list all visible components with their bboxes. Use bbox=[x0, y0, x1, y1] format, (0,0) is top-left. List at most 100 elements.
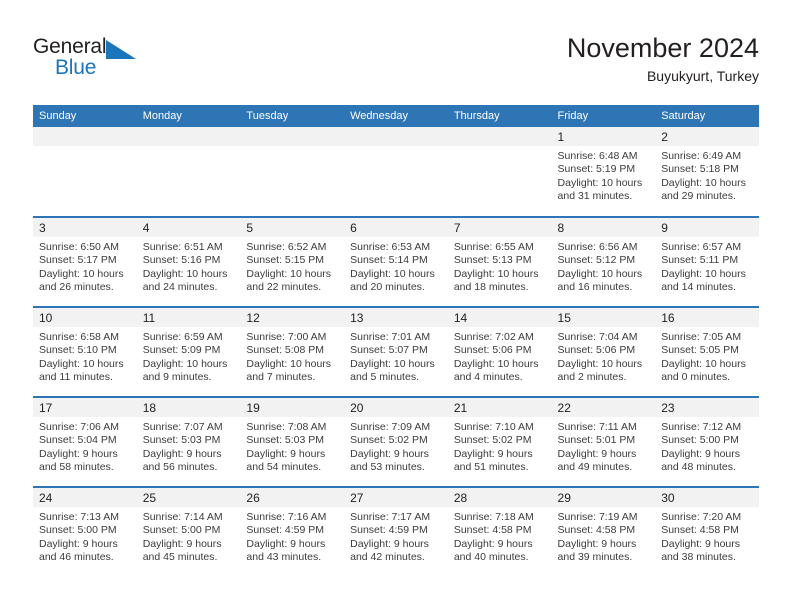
sunrise-text: Sunrise: 7:18 AM bbox=[453, 511, 534, 523]
sunrise-text: Sunrise: 7:02 AM bbox=[453, 331, 534, 343]
day-cell[interactable]: 14 Sunrise: 7:02 AM Sunset: 5:06 PM Dayligh… bbox=[447, 306, 552, 397]
day-cell[interactable] bbox=[344, 127, 448, 217]
day-cell[interactable]: 10 Sunrise: 6:58 AM Sunset: 5:10 PM Dayligh… bbox=[33, 306, 137, 397]
day-cell[interactable]: 19 Sunrise: 7:08 AM Sunset: 5:03 PM Dayligh… bbox=[240, 396, 345, 487]
daylight-text-line2: and 58 minutes. bbox=[39, 461, 114, 474]
daylight-text-line1: Daylight: 9 hours bbox=[661, 447, 741, 460]
sunrise-text: Sunrise: 7:14 AM bbox=[142, 511, 223, 523]
week-row: 10 Sunrise: 6:58 AM Sunset: 5:10 PM Dayligh… bbox=[33, 306, 759, 397]
sunset-text: Sunset: 5:11 PM bbox=[661, 254, 739, 267]
daylight-text-line2: and 22 minutes. bbox=[246, 281, 322, 294]
day-number: 6 bbox=[344, 218, 448, 237]
day-cell[interactable]: 25 Sunrise: 7:14 AM Sunset: 5:00 PM Dayligh… bbox=[136, 486, 241, 577]
sunset-text: Sunset: 4:58 PM bbox=[557, 524, 636, 537]
day-cell[interactable]: 26 Sunrise: 7:16 AM Sunset: 4:59 PM Dayligh… bbox=[240, 486, 345, 577]
daylight-text-line1: Daylight: 9 hours bbox=[142, 537, 222, 550]
daylight-text-line2: and 24 minutes. bbox=[142, 281, 218, 294]
day-cell[interactable]: 16 Sunrise: 7:05 AM Sunset: 5:05 PM Dayligh… bbox=[655, 306, 759, 397]
day-cell[interactable]: 3 Sunrise: 6:50 AM Sunset: 5:17 PM Daylight… bbox=[33, 216, 137, 307]
sunset-text: Sunset: 5:12 PM bbox=[557, 254, 636, 267]
day-cell[interactable]: 11 Sunrise: 6:59 AM Sunset: 5:09 PM Dayligh… bbox=[136, 306, 241, 397]
day-cell[interactable]: 13 Sunrise: 7:01 AM Sunset: 5:07 PM Dayligh… bbox=[344, 306, 448, 397]
sunset-text: Sunset: 5:03 PM bbox=[246, 434, 325, 447]
day-cell[interactable]: 22 Sunrise: 7:11 AM Sunset: 5:01 PM Dayligh… bbox=[551, 396, 656, 487]
daylight-text-line1: Daylight: 10 hours bbox=[142, 357, 228, 370]
sunrise-text: Sunrise: 7:13 AM bbox=[39, 511, 119, 523]
location-subtitle: Buyukyurt, Turkey bbox=[646, 68, 759, 84]
daylight-text-line1: Daylight: 10 hours bbox=[39, 357, 124, 370]
sunset-text: Sunset: 5:10 PM bbox=[39, 344, 117, 357]
sunrise-text: Sunrise: 7:01 AM bbox=[350, 331, 431, 343]
sunrise-text: Sunrise: 7:05 AM bbox=[661, 331, 742, 343]
sunset-text: Sunset: 5:08 PM bbox=[246, 344, 325, 357]
daylight-text-line2: and 45 minutes. bbox=[142, 551, 218, 564]
sunrise-text: Sunrise: 7:12 AM bbox=[661, 421, 742, 433]
day-number: 2 bbox=[655, 127, 759, 146]
day-cell[interactable]: 2 Sunrise: 6:49 AM Sunset: 5:18 PM Daylight… bbox=[655, 127, 759, 217]
sunset-text: Sunset: 5:09 PM bbox=[142, 344, 221, 357]
sunrise-text: Sunrise: 6:53 AM bbox=[350, 241, 431, 253]
day-cell[interactable]: 9 Sunrise: 6:57 AM Sunset: 5:11 PM Daylight… bbox=[655, 216, 759, 307]
day-cell[interactable]: 27 Sunrise: 7:17 AM Sunset: 4:59 PM Dayligh… bbox=[344, 486, 448, 577]
day-cell[interactable] bbox=[136, 127, 241, 217]
day-cell[interactable]: 24 Sunrise: 7:13 AM Sunset: 5:00 PM Dayligh… bbox=[33, 486, 137, 577]
sunrise-text: Sunrise: 7:09 AM bbox=[350, 421, 431, 433]
daylight-text-line2: and 51 minutes. bbox=[453, 461, 529, 474]
day-number: 18 bbox=[136, 398, 241, 417]
sunset-text: Sunset: 5:04 PM bbox=[39, 434, 117, 447]
day-cell[interactable]: 18 Sunrise: 7:07 AM Sunset: 5:03 PM Dayligh… bbox=[136, 396, 241, 487]
day-number: 3 bbox=[33, 218, 137, 237]
day-cell[interactable]: 1 Sunrise: 6:48 AM Sunset: 5:19 PM Daylight… bbox=[551, 127, 656, 217]
day-cell[interactable] bbox=[240, 127, 345, 217]
day-cell[interactable]: 30 Sunrise: 7:20 AM Sunset: 4:58 PM Dayligh… bbox=[655, 486, 759, 577]
week-row: 24 Sunrise: 7:13 AM Sunset: 5:00 PM Dayligh… bbox=[33, 486, 759, 577]
day-cell[interactable] bbox=[447, 127, 552, 217]
daylight-text-line2: and 7 minutes. bbox=[246, 371, 316, 384]
day-cell[interactable]: 5 Sunrise: 6:52 AM Sunset: 5:15 PM Daylight… bbox=[240, 216, 345, 307]
sunrise-text: Sunrise: 6:50 AM bbox=[39, 241, 119, 253]
sunset-text: Sunset: 5:13 PM bbox=[453, 254, 532, 267]
day-number bbox=[344, 127, 448, 146]
daylight-text-line2: and 48 minutes. bbox=[661, 461, 736, 474]
daylight-text-line2: and 38 minutes. bbox=[661, 551, 736, 564]
daylight-text-line1: Daylight: 10 hours bbox=[661, 176, 746, 189]
day-cell[interactable] bbox=[33, 127, 137, 217]
day-cell[interactable]: 23 Sunrise: 7:12 AM Sunset: 5:00 PM Dayligh… bbox=[655, 396, 759, 487]
day-cell[interactable]: 21 Sunrise: 7:10 AM Sunset: 5:02 PM Dayligh… bbox=[447, 396, 552, 487]
daylight-text-line1: Daylight: 10 hours bbox=[557, 267, 643, 280]
daylight-text-line2: and 4 minutes. bbox=[453, 371, 523, 384]
day-number: 13 bbox=[344, 308, 448, 327]
day-number: 4 bbox=[136, 218, 241, 237]
daylight-text-line2: and 29 minutes. bbox=[661, 190, 736, 203]
sunrise-text: Sunrise: 6:59 AM bbox=[142, 331, 223, 343]
day-number bbox=[447, 127, 552, 146]
daylight-text-line2: and 14 minutes. bbox=[661, 281, 736, 294]
daylight-text-line2: and 5 minutes. bbox=[350, 371, 419, 384]
day-cell[interactable]: 15 Sunrise: 7:04 AM Sunset: 5:06 PM Dayligh… bbox=[551, 306, 656, 397]
weekday-header-saturday: Saturday bbox=[655, 105, 759, 127]
daylight-text-line1: Daylight: 10 hours bbox=[453, 357, 539, 370]
day-cell[interactable]: 7 Sunrise: 6:55 AM Sunset: 5:13 PM Daylight… bbox=[447, 216, 552, 307]
general-blue-logo[interactable]: General Blue bbox=[33, 36, 143, 82]
daylight-text-line2: and 56 minutes. bbox=[142, 461, 218, 474]
day-number: 21 bbox=[447, 398, 552, 417]
sunrise-text: Sunrise: 6:49 AM bbox=[661, 150, 742, 162]
daylight-text-line2: and 40 minutes. bbox=[453, 551, 529, 564]
day-cell[interactable]: 8 Sunrise: 6:56 AM Sunset: 5:12 PM Daylight… bbox=[551, 216, 656, 307]
daylight-text-line2: and 18 minutes. bbox=[453, 281, 529, 294]
sunset-text: Sunset: 5:17 PM bbox=[39, 254, 117, 267]
sunset-text: Sunset: 5:14 PM bbox=[350, 254, 428, 267]
triangle-icon bbox=[106, 40, 136, 59]
day-cell[interactable]: 20 Sunrise: 7:09 AM Sunset: 5:02 PM Dayligh… bbox=[344, 396, 448, 487]
sunrise-text: Sunrise: 7:20 AM bbox=[661, 511, 742, 523]
day-cell[interactable]: 4 Sunrise: 6:51 AM Sunset: 5:16 PM Daylight… bbox=[136, 216, 241, 307]
day-cell[interactable]: 12 Sunrise: 7:00 AM Sunset: 5:08 PM Dayligh… bbox=[240, 306, 345, 397]
daylight-text-line1: Daylight: 9 hours bbox=[246, 447, 326, 460]
day-cell[interactable]: 17 Sunrise: 7:06 AM Sunset: 5:04 PM Dayligh… bbox=[33, 396, 137, 487]
daylight-text-line1: Daylight: 10 hours bbox=[453, 267, 539, 280]
day-cell[interactable]: 28 Sunrise: 7:18 AM Sunset: 4:58 PM Dayligh… bbox=[447, 486, 552, 577]
week-row: 3 Sunrise: 6:50 AM Sunset: 5:17 PM Daylight… bbox=[33, 216, 759, 307]
day-number: 15 bbox=[551, 308, 656, 327]
day-cell[interactable]: 6 Sunrise: 6:53 AM Sunset: 5:14 PM Daylight… bbox=[344, 216, 448, 307]
day-cell[interactable]: 29 Sunrise: 7:19 AM Sunset: 4:58 PM Dayligh… bbox=[551, 486, 656, 577]
